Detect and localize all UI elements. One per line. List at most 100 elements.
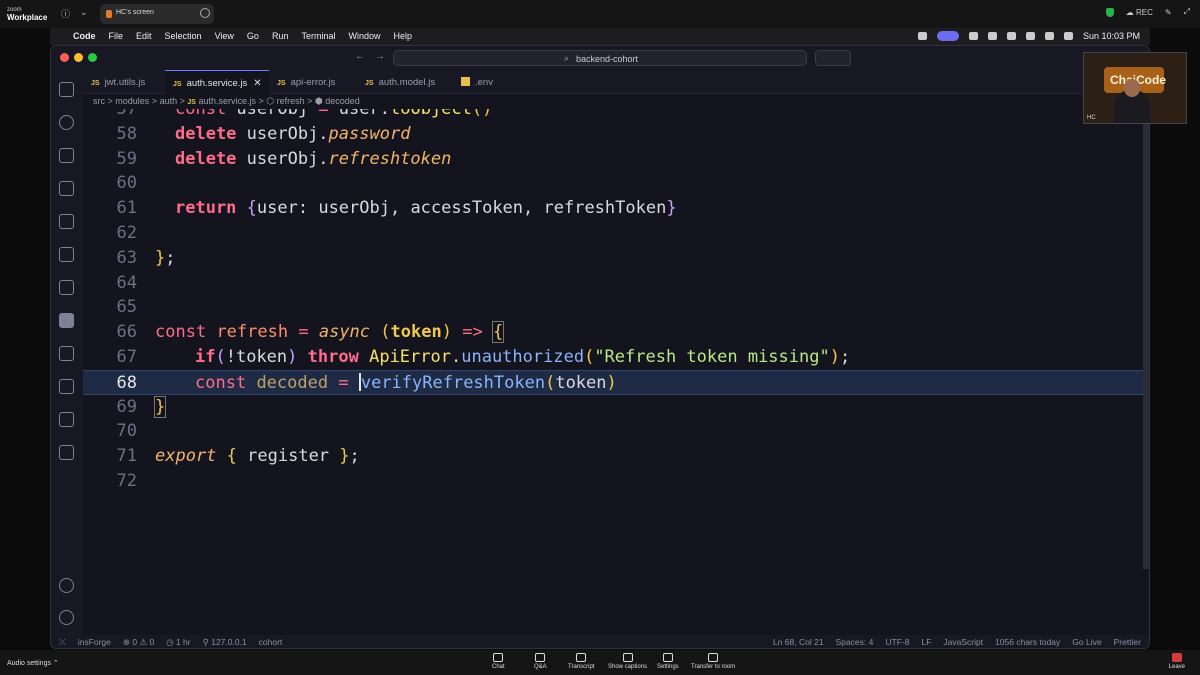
line-number: 71 (116, 446, 137, 467)
status-language[interactable]: JavaScript (943, 637, 983, 647)
transfer-button[interactable]: Transfer to room (691, 653, 735, 670)
transcript-button[interactable]: Transcript (568, 653, 594, 670)
wifi-icon[interactable] (1025, 32, 1035, 40)
zoom-status-icon[interactable] (936, 31, 959, 41)
breadcrumb-function[interactable]: refresh (277, 96, 305, 106)
status-time[interactable]: ◷ 1 hr (166, 637, 190, 648)
transcript-icon (576, 653, 587, 662)
code-editor[interactable]: 57 const userObj = user.toObject() 58 dele… (83, 109, 1149, 635)
layers-icon[interactable] (59, 280, 74, 295)
remote-icon[interactable]: ⤬ (59, 637, 66, 648)
forward-icon[interactable]: → (375, 51, 385, 62)
run-debug-icon[interactable] (59, 181, 74, 196)
copilot-button[interactable] (815, 50, 851, 66)
info-icon[interactable]: ⓘ (61, 7, 70, 20)
shield-icon[interactable] (1105, 7, 1114, 17)
line-number: 59 (116, 148, 137, 169)
rec-label: REC (1136, 7, 1153, 17)
status-encoding[interactable]: UTF-8 (885, 637, 909, 647)
search-icon[interactable] (59, 115, 74, 130)
qa-button[interactable]: Q&A (534, 653, 547, 670)
status-problems[interactable]: ⊗ 0 ⚠ 0 (123, 637, 154, 648)
qa-icon (535, 653, 546, 662)
leave-button[interactable]: Leave (1169, 653, 1185, 670)
close-icon[interactable]: ✕ (253, 78, 261, 89)
status-extension[interactable]: insForge (78, 637, 111, 648)
menu-terminal[interactable]: Terminal (301, 31, 335, 41)
database-icon[interactable] (59, 247, 74, 262)
presenter-video[interactable]: ChaiCode HC (1083, 52, 1187, 124)
status-eol[interactable]: LF (921, 637, 931, 647)
status-db[interactable]: cohort (259, 637, 283, 648)
source-control-icon[interactable] (59, 148, 74, 163)
search-icon[interactable] (1044, 32, 1054, 40)
menu-file[interactable]: File (109, 31, 124, 41)
menu-window[interactable]: Window (348, 31, 380, 41)
zoom-window-button[interactable] (88, 53, 97, 62)
breadcrumb-auth[interactable]: auth (160, 96, 178, 106)
tab-auth-model[interactable]: JS auth.model.js (357, 70, 453, 94)
code-text: if(!token) throw ApiError.unauthorized("… (195, 347, 851, 367)
gear-icon[interactable] (59, 610, 74, 625)
extensions-icon[interactable] (59, 214, 74, 229)
status-prettier[interactable]: Prettier (1114, 637, 1141, 647)
code-text: delete userObj.password (175, 123, 411, 144)
expand-icon[interactable]: ⤢ (1184, 7, 1190, 17)
status-host[interactable]: ⚲ 127.0.0.1 (203, 637, 247, 648)
settings-label: Settings (657, 664, 679, 670)
menu-edit[interactable]: Edit (136, 31, 152, 41)
captions-button[interactable]: Show captions (608, 653, 647, 670)
code-line: 57 const userObj = user.toObject() (83, 109, 1149, 122)
docker-icon[interactable] (59, 313, 74, 328)
explorer-icon[interactable] (59, 82, 74, 97)
mongodb-icon[interactable] (59, 346, 74, 361)
minimize-window-button[interactable] (74, 53, 83, 62)
menu-go[interactable]: Go (247, 31, 259, 41)
audio-settings[interactable]: Audio settings ⌃ (7, 659, 59, 667)
code-text: const decoded = verifyRefreshToken(token… (195, 372, 617, 393)
status-chars-today[interactable]: 1056 chars today (995, 637, 1060, 647)
rec-indicator[interactable]: ☁ REC (1126, 8, 1153, 17)
menu-app[interactable]: Code (73, 31, 96, 41)
record-icon[interactable] (968, 32, 978, 40)
status-indentation[interactable]: Spaces: 4 (836, 637, 874, 647)
tab-auth-service[interactable]: JS auth.service.js ✕ (165, 70, 269, 94)
breadcrumb-file[interactable]: auth.service.js (198, 96, 256, 106)
command-center-search[interactable]: ⌕ backend-cohort (393, 50, 807, 66)
package-icon[interactable] (59, 412, 74, 427)
menu-run[interactable]: Run (272, 31, 289, 41)
flutter-icon[interactable] (59, 445, 74, 460)
editor-scrollbar[interactable] (1143, 109, 1149, 569)
chevron-down-icon[interactable]: ⌄ (80, 7, 88, 18)
battery-icon[interactable] (1006, 32, 1016, 40)
status-icon[interactable] (917, 32, 927, 40)
menu-help[interactable]: Help (393, 31, 412, 41)
status-go-live[interactable]: Go Live (1072, 637, 1101, 647)
breadcrumb-modules[interactable]: modules (115, 96, 149, 106)
tab-api-error[interactable]: JS api-error.js (269, 70, 357, 94)
code-line: 66 const refresh = async (token) => { (83, 320, 1149, 345)
minimize-icon[interactable] (200, 8, 210, 18)
code-line: 67 if(!token) throw ApiError.unauthorized… (83, 345, 1149, 370)
chat-button[interactable]: Chat (492, 653, 505, 670)
back-icon[interactable]: ← (355, 51, 365, 62)
breadcrumb-src[interactable]: src (93, 96, 105, 106)
breadcrumb-variable[interactable]: decoded (325, 96, 360, 106)
warnings-count: 0 (149, 637, 155, 647)
python-icon[interactable] (59, 379, 74, 394)
zoom-share-tab[interactable]: HC's screen (100, 4, 214, 24)
js-file-icon: JS (173, 81, 182, 88)
line-number: 67 (116, 347, 137, 367)
menu-clock[interactable]: Sun 10:03 PM (1083, 31, 1140, 41)
pencil-icon[interactable]: ✎ (1165, 8, 1172, 17)
menu-selection[interactable]: Selection (165, 31, 202, 41)
account-icon[interactable] (59, 578, 74, 593)
close-window-button[interactable] (60, 53, 69, 62)
settings-button[interactable]: Settings (657, 653, 679, 670)
status-cursor-position[interactable]: Ln 68, Col 21 (773, 637, 824, 647)
tab-jwt-utils[interactable]: JS jwt.utils.js (83, 70, 165, 94)
control-center-icon[interactable] (1063, 32, 1073, 40)
display-icon[interactable] (987, 32, 997, 40)
tab-env[interactable]: .env (453, 70, 535, 94)
menu-view[interactable]: View (215, 31, 234, 41)
